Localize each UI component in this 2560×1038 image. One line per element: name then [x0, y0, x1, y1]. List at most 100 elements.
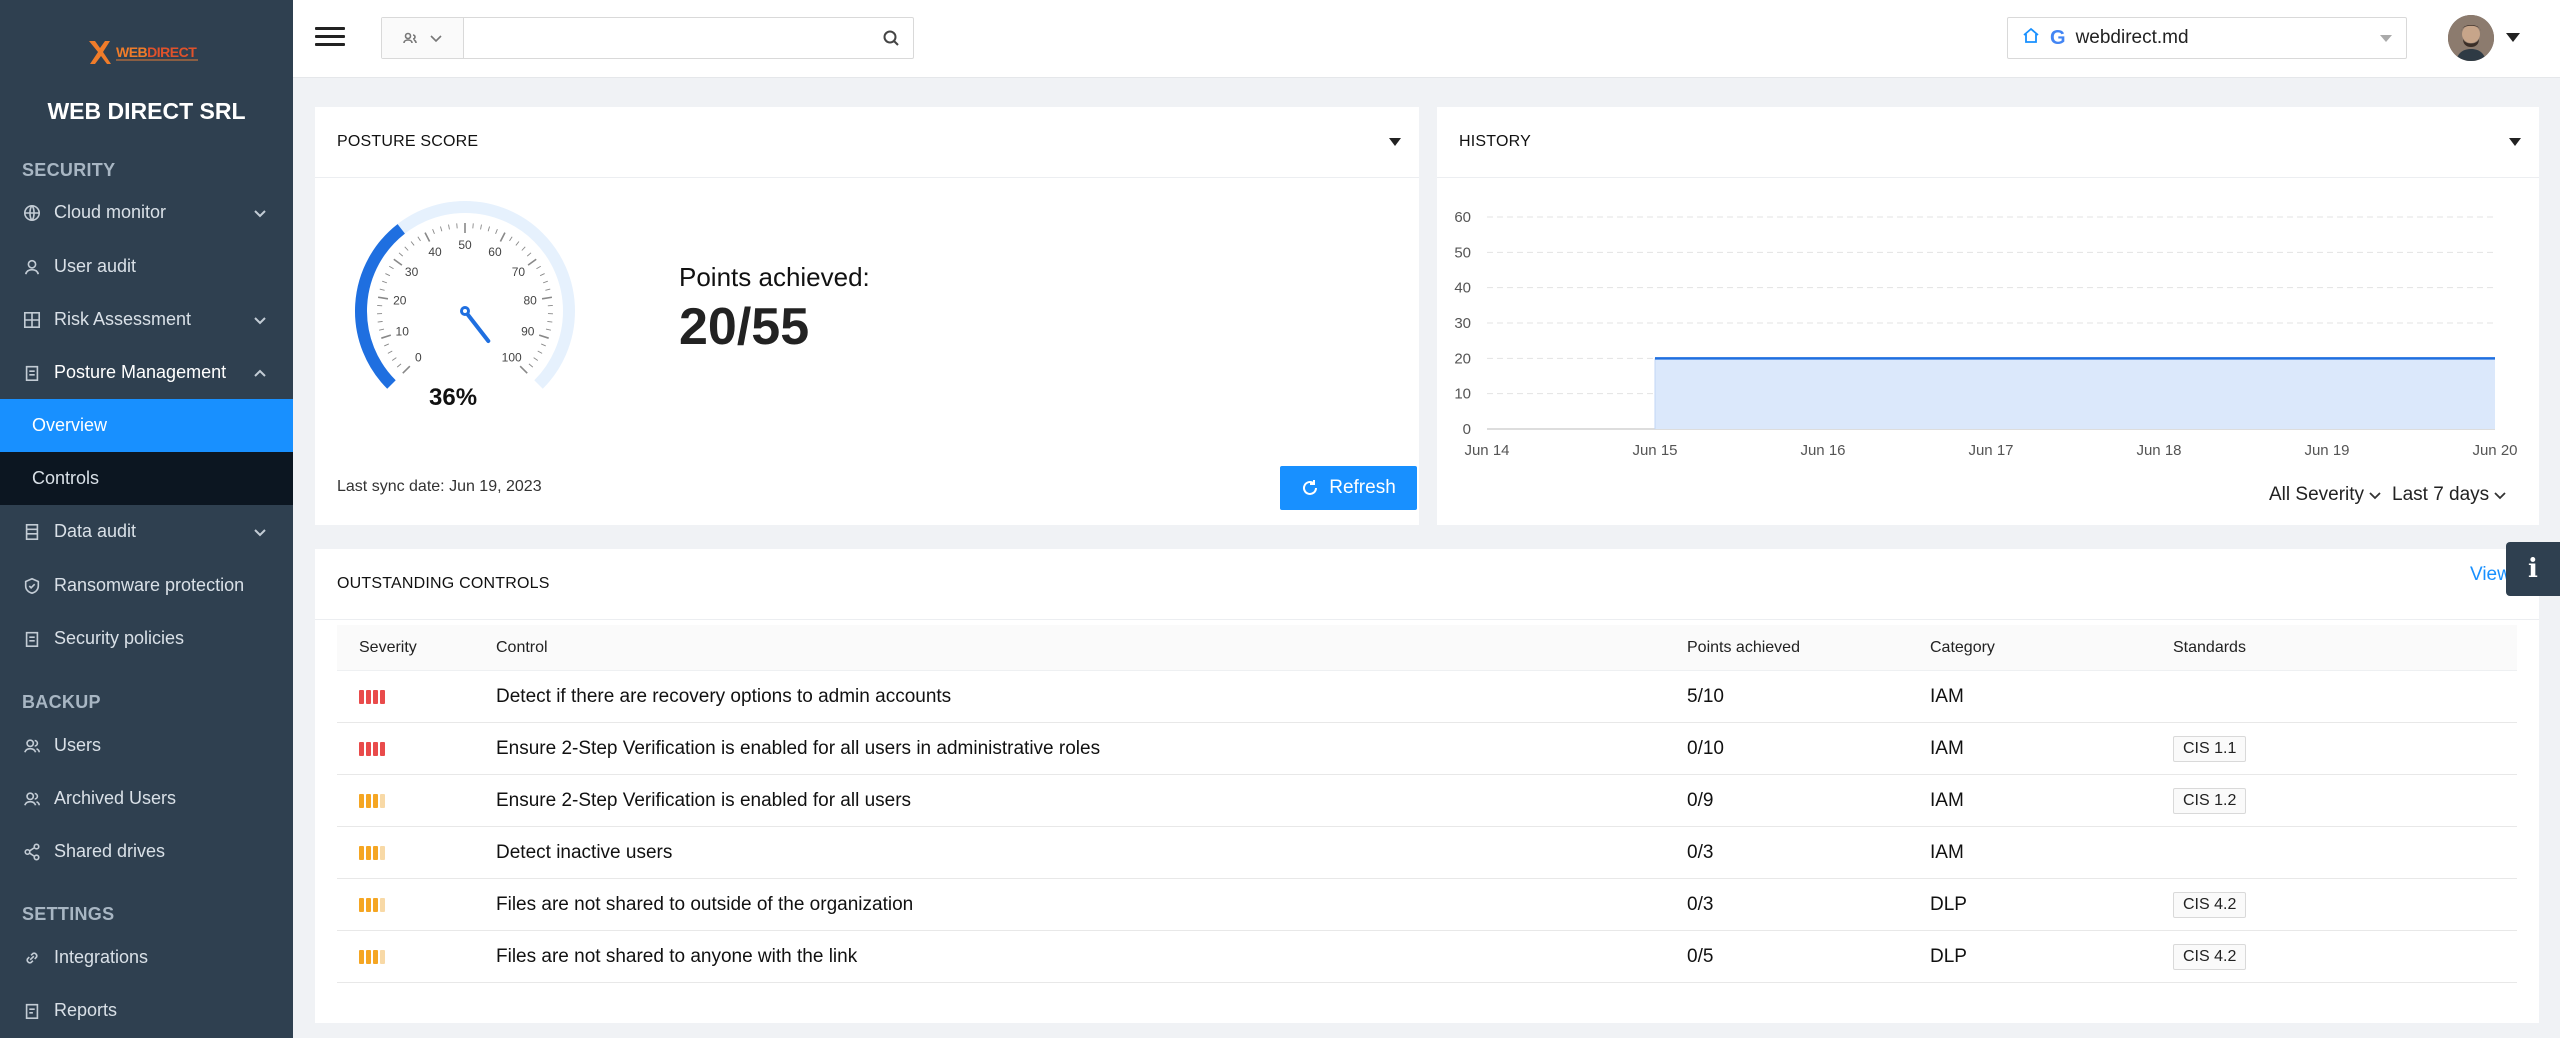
standards-cell: CIS 1.1 — [2173, 735, 2517, 762]
sidebar-item-security-policies[interactable]: Security policies — [0, 612, 293, 665]
search-icon[interactable] — [869, 18, 913, 58]
card-title: POSTURE SCORE — [315, 107, 1419, 178]
home-icon — [2022, 26, 2040, 50]
sidebar-item-label: Archived Users — [54, 788, 177, 808]
sidebar-item-label: User audit — [54, 256, 137, 276]
gauge-tick — [539, 273, 545, 277]
table-row[interactable]: Files are not shared to outside of the o… — [337, 879, 2517, 931]
severity-indicator-icon — [359, 949, 496, 964]
gauge-tick — [377, 296, 389, 300]
gauge-tick — [382, 280, 388, 284]
column-header[interactable]: Points achieved — [1687, 639, 1930, 657]
gauge-tick-label: 0 — [415, 351, 422, 365]
gauge-tick — [384, 343, 390, 347]
column-header[interactable]: Severity — [337, 639, 496, 657]
domain-select[interactable]: G webdirect.md — [2007, 17, 2407, 59]
sidebar-item-users[interactable]: Users — [0, 719, 293, 772]
control-cell[interactable]: Ensure 2-Step Verification is enabled fo… — [496, 738, 1687, 760]
control-cell[interactable]: Files are not shared to anyone with the … — [496, 946, 1687, 968]
points-cell: 0/10 — [1687, 737, 1724, 759]
gauge-tick — [402, 365, 411, 374]
gauge-tick-label: 50 — [458, 238, 472, 252]
table-row[interactable]: Ensure 2-Step Verification is enabled fo… — [337, 775, 2517, 827]
control-cell[interactable]: Ensure 2-Step Verification is enabled fo… — [496, 790, 1687, 812]
gauge-tick — [495, 229, 498, 234]
logo-text: WEBDIRECT — [116, 44, 197, 60]
refresh-label: Refresh — [1329, 477, 1396, 498]
gauge-tick — [389, 265, 394, 270]
clipboard-icon — [22, 363, 42, 383]
column-header[interactable]: Control — [496, 639, 1687, 657]
x-tick-label: Jun 17 — [1968, 442, 2013, 459]
avatar[interactable] — [2448, 15, 2494, 61]
severity-indicator-icon — [359, 845, 496, 860]
x-tick-label: Jun 15 — [1632, 442, 1677, 459]
info-icon[interactable]: i — [2506, 542, 2560, 596]
section-security: SECURITY — [22, 160, 116, 180]
sidebar-item-label: Risk Assessment — [54, 309, 192, 329]
sidebar-item-shared-drives[interactable]: Shared drives — [0, 825, 293, 878]
sidebar-item-posture-management[interactable]: Posture Management — [0, 346, 293, 399]
range-filter[interactable]: Last 7 days — [2392, 484, 2507, 506]
gauge-tick-label: 40 — [428, 245, 442, 259]
sidebar-item-label: Shared drives — [54, 841, 166, 861]
control-cell[interactable]: Detect inactive users — [496, 842, 1687, 864]
sidebar-item-archived-users[interactable]: Archived Users — [0, 772, 293, 825]
table-row[interactable]: Detect if there are recovery options to … — [337, 671, 2517, 723]
refresh-button[interactable]: Refresh — [1280, 466, 1417, 510]
caret-down-icon[interactable] — [2509, 138, 2521, 146]
standard-tag: CIS 4.2 — [2173, 891, 2247, 918]
gauge-tick — [387, 350, 393, 354]
sidebar-item-overview[interactable]: Overview — [0, 399, 293, 452]
gauge-tick — [377, 320, 383, 323]
y-tick-label: 50 — [1454, 244, 1471, 261]
caret-down-icon[interactable] — [1389, 138, 1401, 146]
gauge-tick-label: 10 — [396, 324, 410, 338]
search-scope-select[interactable] — [382, 18, 464, 58]
gauge-hub-center — [463, 309, 467, 313]
points-cell: 0/3 — [1687, 893, 1714, 915]
caret-down-icon[interactable] — [2506, 33, 2520, 42]
outstanding-controls-card: OUTSTANDING CONTROLS View All Severity C… — [315, 549, 2539, 1023]
logo-mark-icon — [89, 41, 111, 64]
gauge-tick — [509, 236, 513, 242]
x-tick-label: Jun 20 — [2472, 442, 2517, 459]
sidebar-item-integrations[interactable]: Integrations — [0, 931, 293, 984]
search-box — [381, 17, 914, 59]
hamburger-menu-icon[interactable] — [315, 22, 345, 52]
gauge-tick-label: 80 — [524, 294, 538, 308]
control-cell[interactable]: Files are not shared to outside of the o… — [496, 894, 1687, 916]
gauge-tick-label: 70 — [512, 265, 526, 279]
standards-cell: CIS 4.2 — [2173, 891, 2517, 918]
sidebar-item-ransomware-protection[interactable]: Ransomware protection — [0, 559, 293, 612]
severity-filter[interactable]: All Severity — [2269, 484, 2382, 506]
sidebar-item-user-audit[interactable]: User audit — [0, 240, 293, 293]
company-name: WEB DIRECT SRL — [47, 98, 246, 124]
table-row[interactable]: Detect inactive users 0/3 IAM — [337, 827, 2517, 879]
sidebar-item-label: Posture Management — [54, 362, 227, 382]
gauge-tick — [528, 363, 534, 368]
gauge-tick — [410, 241, 415, 246]
gauge-tick — [499, 232, 506, 242]
column-header[interactable]: Standards — [2173, 639, 2517, 657]
gauge-tick — [541, 296, 553, 300]
gauge-tick — [521, 246, 526, 251]
search-input[interactable] — [464, 18, 869, 58]
gauge-tick — [536, 265, 541, 270]
sidebar-item-risk-assessment[interactable]: Risk Assessment — [0, 293, 293, 346]
gauge-tick — [480, 224, 482, 230]
sidebar-item-data-audit[interactable]: Data audit — [0, 505, 293, 558]
gauge-tick-label: 60 — [488, 245, 502, 259]
sidebar-item-cloud-monitor[interactable]: Cloud monitor — [0, 186, 293, 239]
sidebar-item-controls[interactable]: Controls — [0, 452, 293, 505]
control-cell[interactable]: Detect if there are recovery options to … — [496, 686, 1687, 708]
severity-cell — [337, 741, 496, 756]
table-row[interactable]: Files are not shared to anyone with the … — [337, 931, 2517, 983]
table-row[interactable]: Ensure 2-Step Verification is enabled fo… — [337, 723, 2517, 775]
column-header[interactable]: Category — [1930, 639, 2173, 657]
gauge-tick-label: 30 — [405, 265, 419, 279]
user-icon — [22, 257, 42, 277]
gauge-needle — [463, 309, 491, 344]
chevron-down-icon — [253, 523, 269, 539]
sidebar-item-reports[interactable]: Reports — [0, 984, 293, 1037]
